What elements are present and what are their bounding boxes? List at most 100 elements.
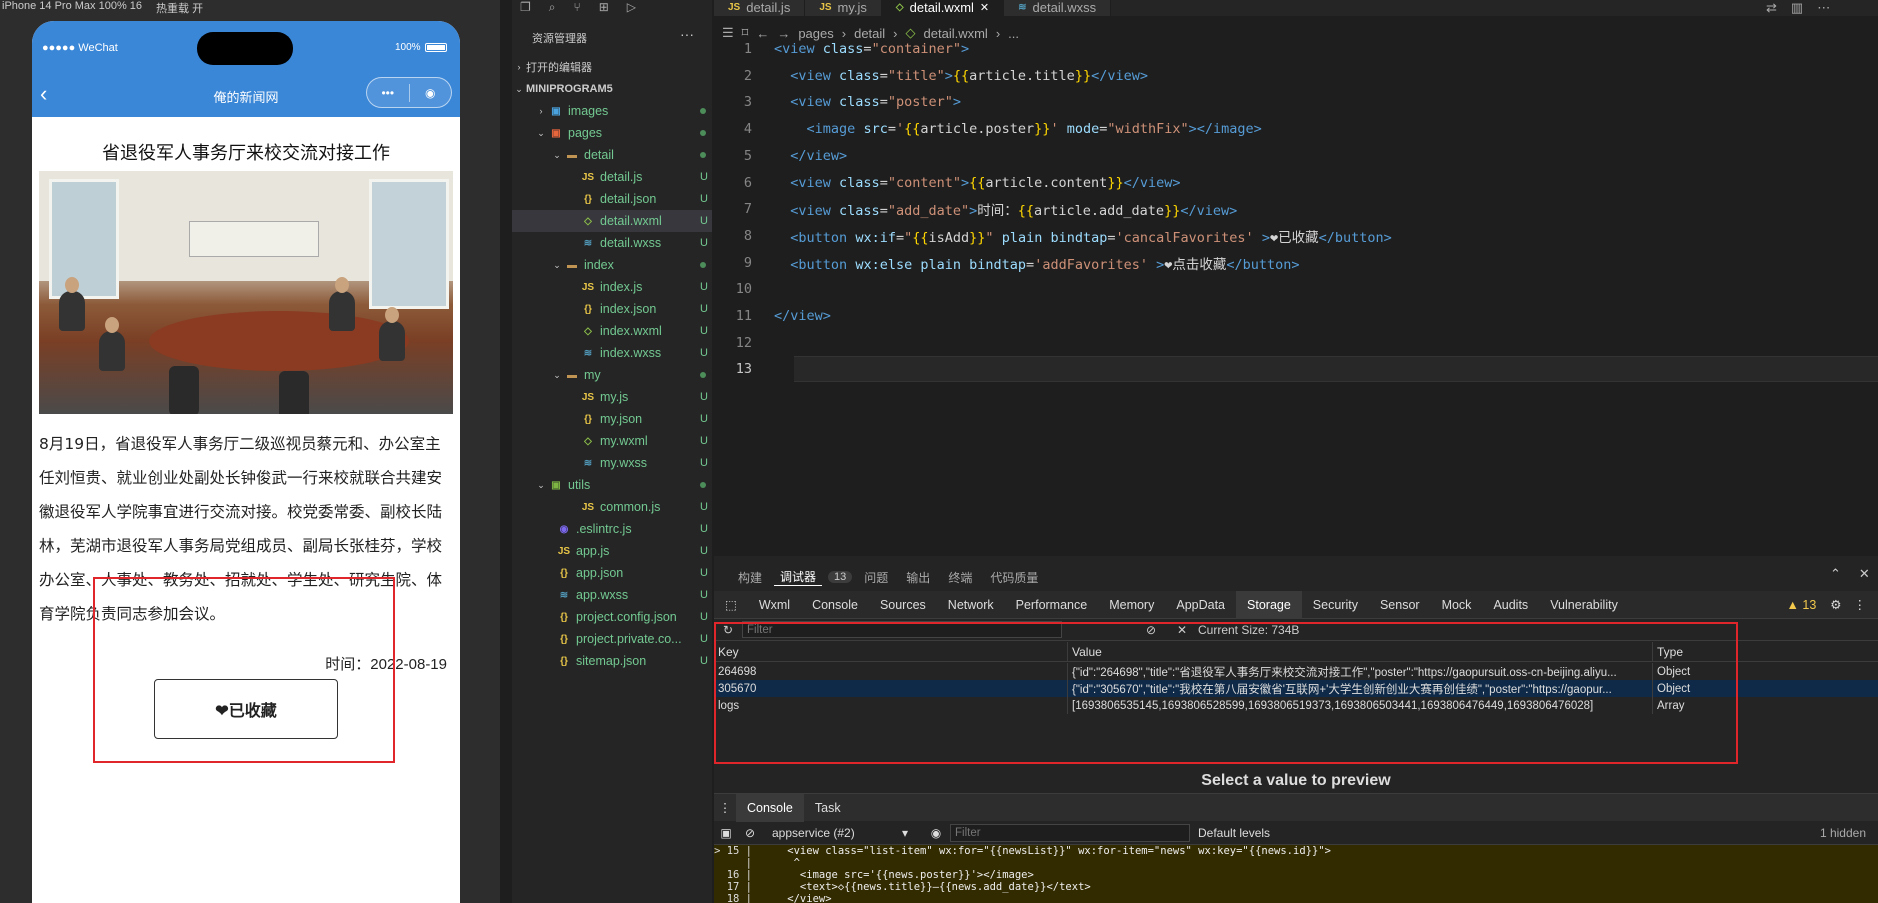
files-icon[interactable]: ❐ xyxy=(520,0,531,16)
chevron-up-icon[interactable]: ⌃ xyxy=(1830,566,1841,582)
project-root[interactable]: ⌄ MINIPROGRAM5 xyxy=(512,78,712,100)
panel-tab-2[interactable]: 问题 xyxy=(858,569,894,586)
sidebar-toggle-icon[interactable]: ▣ xyxy=(714,826,738,840)
console-filter-input[interactable] xyxy=(950,823,1190,842)
task-tab[interactable]: Task xyxy=(804,794,852,822)
tree-item-images[interactable]: › ▣ images xyxy=(512,100,712,122)
panel-tab-5[interactable]: 代码质量 xyxy=(984,569,1044,586)
more-actions-icon[interactable]: ⋯ xyxy=(1817,0,1830,16)
tree-item-app-js[interactable]: JS app.js U xyxy=(512,540,712,562)
tree-item-index-json[interactable]: {} index.json U xyxy=(512,298,712,320)
tree-item-detail[interactable]: ⌄ ▬ detail xyxy=(512,144,712,166)
kebab-menu-icon[interactable]: ⋮ xyxy=(1854,597,1878,612)
tab-detail-wxml[interactable]: ◇ detail.wxml ✕ xyxy=(881,0,1005,16)
tree-item-label: pages xyxy=(568,126,603,140)
tree-item-index-js[interactable]: JS index.js U xyxy=(512,276,712,298)
tree-item-app-wxss[interactable]: ≋ app.wxss U xyxy=(512,584,712,606)
close-icon[interactable]: ✕ xyxy=(1859,566,1870,582)
settings-gear-icon[interactable]: ⚙ xyxy=(1830,597,1853,612)
code-line[interactable]: 4 <image src='{{article.poster}}' mode="… xyxy=(714,116,1878,142)
tree-item-detail-wxml[interactable]: ◇ detail.wxml U xyxy=(512,210,712,232)
devtools-tab-sensor[interactable]: Sensor xyxy=(1369,591,1431,619)
compare-icon[interactable]: ⇄ xyxy=(1766,0,1777,16)
devtools-tab-appdata[interactable]: AppData xyxy=(1165,591,1236,619)
tree-item-index[interactable]: ⌄ ▬ index xyxy=(512,254,712,276)
log-levels-select[interactable]: Default levels xyxy=(1198,826,1288,840)
tree-item-index-wxss[interactable]: ≋ index.wxss U xyxy=(512,342,712,364)
explorer-more-icon[interactable]: ··· xyxy=(680,26,694,42)
tree-item-utils[interactable]: ⌄ ▣ utils xyxy=(512,474,712,496)
search-icon[interactable]: ⌕ xyxy=(549,0,556,16)
code-line[interactable]: 9 <button wx:else plain bindtap='addFavo… xyxy=(714,250,1878,276)
tree-item-my-json[interactable]: {} my.json U xyxy=(512,408,712,430)
tab-detail-js[interactable]: JS detail.js xyxy=(714,0,806,16)
tree-item-my-js[interactable]: JS my.js U xyxy=(512,386,712,408)
panel-tab-3[interactable]: 输出 xyxy=(900,569,936,586)
warning-count[interactable]: ▲ 13 xyxy=(1787,598,1831,612)
devtools-tab-mock[interactable]: Mock xyxy=(1431,591,1483,619)
devtools-tab-console[interactable]: Console xyxy=(801,591,869,619)
console-tab[interactable]: Console xyxy=(736,793,804,822)
close-circle-icon[interactable]: ◉ xyxy=(410,86,452,100)
tab-my-js[interactable]: JS my.js xyxy=(805,0,882,16)
devtools-tab-audits[interactable]: Audits xyxy=(1482,591,1539,619)
code-line[interactable]: 13 xyxy=(714,356,1878,382)
devtools-tab-vulnerability[interactable]: Vulnerability xyxy=(1539,591,1629,619)
clear-console-icon[interactable]: ⊘ xyxy=(738,826,762,840)
code-line[interactable]: 10 xyxy=(714,276,1878,302)
tree-item-my-wxss[interactable]: ≋ my.wxss U xyxy=(512,452,712,474)
line-code: <view class="container"> xyxy=(774,41,970,57)
wall-board xyxy=(189,221,319,257)
tree-item-project-private-co-[interactable]: {} project.private.co... U xyxy=(512,628,712,650)
tree-item-detail-js[interactable]: JS detail.js U xyxy=(512,166,712,188)
code-line[interactable]: 12 xyxy=(714,330,1878,356)
devtools-tab-wxml[interactable]: Wxml xyxy=(748,591,801,619)
debug-icon[interactable]: ▷ xyxy=(627,0,636,16)
inspect-icon[interactable]: ⬚ xyxy=(714,591,748,619)
eye-icon[interactable]: ◉ xyxy=(922,826,950,840)
source-control-icon[interactable]: ⑂ xyxy=(574,0,581,16)
hot-reload-toggle[interactable]: 热重载 开 xyxy=(156,0,203,14)
tree-item-index-wxml[interactable]: ◇ index.wxml U xyxy=(512,320,712,342)
devtools-tab-sources[interactable]: Sources xyxy=(869,591,937,619)
panel-tab-1[interactable]: 调试器 xyxy=(774,568,823,586)
tab-detail-wxss[interactable]: ≋ detail.wxss xyxy=(1004,0,1112,16)
dropdown-icon[interactable]: ▾ xyxy=(902,826,922,840)
tree-item-pages[interactable]: ⌄ ▣ pages xyxy=(512,122,712,144)
code-line[interactable]: 11 </view> xyxy=(714,303,1878,329)
panel-tab-4[interactable]: 终端 xyxy=(942,569,978,586)
tree-item-project-config-json[interactable]: {} project.config.json U xyxy=(512,606,712,628)
close-tab-icon[interactable]: ✕ xyxy=(980,0,989,16)
tree-item--eslintrc-js[interactable]: ◉ .eslintrc.js U xyxy=(512,518,712,540)
folder-icon: ▣ xyxy=(551,127,561,139)
code-line[interactable]: 7 <view class="add_date">时间：{{article.ad… xyxy=(714,196,1878,222)
devtools-tab-storage[interactable]: Storage xyxy=(1236,590,1302,619)
device-selector[interactable]: iPhone 14 Pro Max 100% 16 xyxy=(2,0,142,14)
more-icon[interactable]: ••• xyxy=(367,86,409,100)
drawer-menu-icon[interactable]: ⋮ xyxy=(714,800,736,815)
tree-item-app-json[interactable]: {} app.json U xyxy=(512,562,712,584)
code-line[interactable]: 8 <button wx:if="{{isAdd}}" plain bindta… xyxy=(714,223,1878,249)
open-editors-section[interactable]: › 打开的编辑器 xyxy=(512,56,712,78)
code-line[interactable]: 6 <view class="content">{{article.conten… xyxy=(714,170,1878,196)
tree-item-my[interactable]: ⌄ ▬ my xyxy=(512,364,712,386)
code-line[interactable]: 1 <view class="container"> xyxy=(714,36,1878,62)
code-line[interactable]: 3 <view class="poster"> xyxy=(714,89,1878,115)
devtools-tab-network[interactable]: Network xyxy=(937,591,1005,619)
devtools-tab-security[interactable]: Security xyxy=(1302,591,1369,619)
devtools-tab-performance[interactable]: Performance xyxy=(1005,591,1099,619)
code-line[interactable]: 2 <view class="title">{{article.title}}<… xyxy=(714,63,1878,89)
tree-item-detail-wxss[interactable]: ≋ detail.wxss U xyxy=(512,232,712,254)
devtools-tab-memory[interactable]: Memory xyxy=(1098,591,1165,619)
code-line[interactable]: 5 </view> xyxy=(714,143,1878,169)
tree-item-my-wxml[interactable]: ◇ my.wxml U xyxy=(512,430,712,452)
favorite-button[interactable]: ❤已收藏 xyxy=(154,679,338,739)
git-status-badge: U xyxy=(700,193,708,205)
context-select[interactable]: appservice (#2) xyxy=(772,826,902,840)
tree-item-common-js[interactable]: JS common.js U xyxy=(512,496,712,518)
panel-tab-0[interactable]: 构建 xyxy=(732,569,768,586)
split-editor-icon[interactable]: ▥ xyxy=(1791,0,1803,16)
extensions-icon[interactable]: ⊞ xyxy=(599,0,609,16)
tree-item-sitemap-json[interactable]: {} sitemap.json U xyxy=(512,650,712,672)
tree-item-detail-json[interactable]: {} detail.json U xyxy=(512,188,712,210)
